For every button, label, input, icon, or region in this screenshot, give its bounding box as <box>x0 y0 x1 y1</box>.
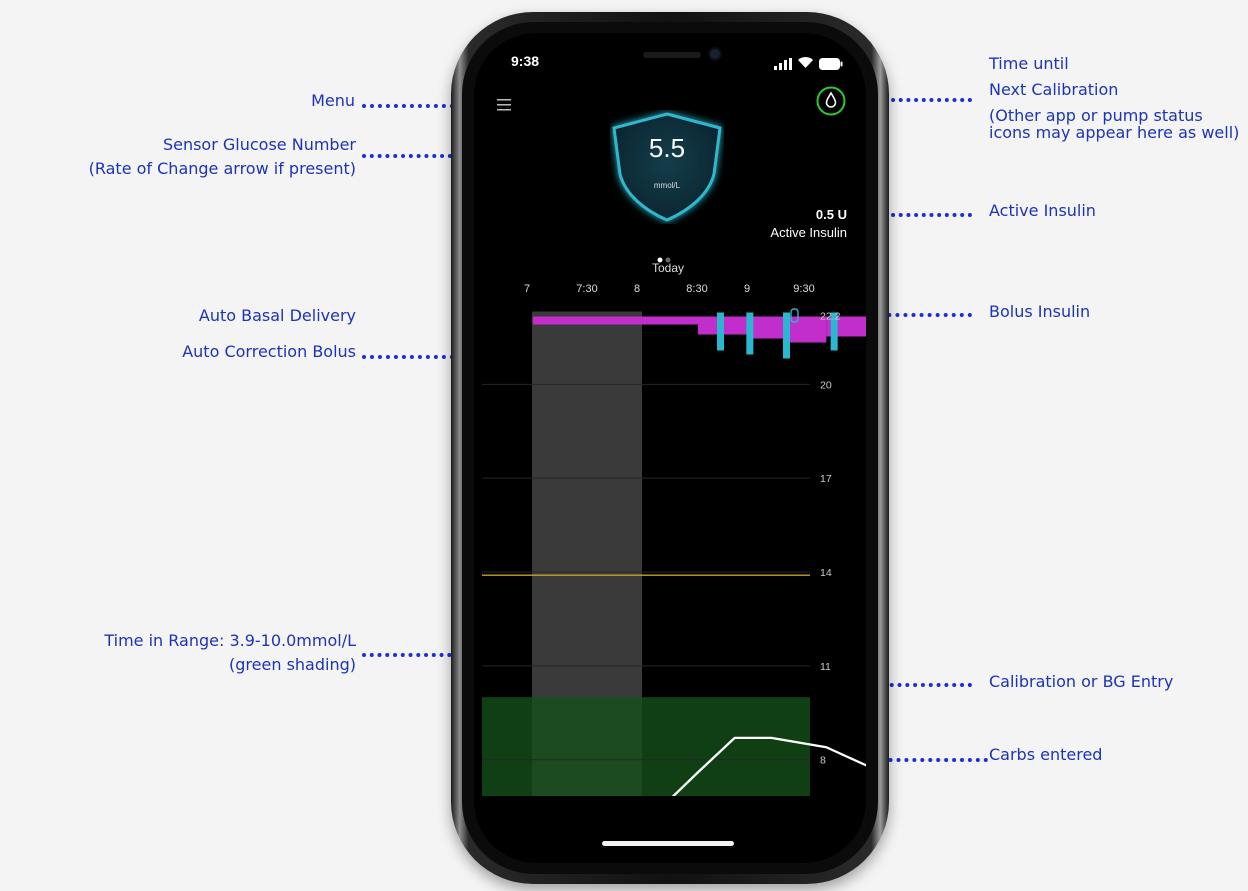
x-tick-label: 7:30 <box>576 283 597 295</box>
y-tick-label: 20 <box>820 379 832 391</box>
x-tick-label: 8:30 <box>686 283 707 295</box>
auto-correction-annotation: Auto Correction Bolus <box>182 342 356 361</box>
auto-correction-bolus-bar <box>746 312 754 355</box>
carbs-annotation: Carbs entered <box>989 745 1103 764</box>
page-indicator[interactable] <box>657 250 677 263</box>
calibration-annotation-line2: Next Calibration <box>989 80 1119 99</box>
sensor-glucose-annotation-sub: (Rate of Change arrow if present) <box>88 159 356 178</box>
calibration-status-button[interactable] <box>816 86 846 116</box>
auto-correction-bolus-bar <box>717 312 724 351</box>
target-range-shading <box>482 697 810 796</box>
y-tick-label: 17 <box>820 473 832 485</box>
wifi-icon <box>797 55 814 69</box>
active-insulin-annotation: Active Insulin <box>989 201 1096 220</box>
auto-correction-bolus-bar <box>783 312 790 359</box>
active-insulin-value: 0.5 U <box>815 207 847 222</box>
time-in-range-annotation: Time in Range: 3.9-10.0mmol/L <box>104 631 356 650</box>
home-indicator[interactable] <box>602 841 734 846</box>
signal-icon <box>774 57 794 70</box>
battery-icon <box>819 57 843 70</box>
y-tick-label: 8 <box>820 755 826 767</box>
active-insulin-label: Active Insulin <box>770 225 847 240</box>
y-tick-label: 11 <box>820 661 831 673</box>
auto-basal-bar <box>533 316 698 325</box>
bg-entry-annotation: Calibration or BG Entry <box>989 672 1174 691</box>
auto-basal-bar <box>698 316 753 335</box>
hamburger-icon[interactable] <box>497 98 511 111</box>
menu-annotation: Menu <box>311 91 355 110</box>
status-time: 9:38 <box>511 53 540 69</box>
earpiece-speaker <box>643 52 701 58</box>
sensor-glucose-annotation: Sensor Glucose Number <box>162 135 356 154</box>
sensor-glucose-unit: mmol/L <box>653 181 681 190</box>
x-tick-label: 9:30 <box>793 283 814 295</box>
calibration-annotation-line1: Time until <box>989 54 1069 73</box>
auto-basal-annotation: Auto Basal Delivery <box>198 306 356 325</box>
sensor-glucose-value: 5.5 <box>648 133 686 163</box>
x-tick-label: 9 <box>744 283 750 295</box>
x-tick-label: 8 <box>634 283 640 295</box>
x-tick-label: 7 <box>524 283 530 295</box>
y-tick-label: 14 <box>820 567 832 579</box>
calibration-annotation-sub2: icons may appear here as well) <box>989 123 1240 142</box>
day-label: Today <box>651 261 685 275</box>
droplet-icon <box>825 91 837 108</box>
y-tick-label: 22.2 <box>820 311 841 323</box>
bolus-insulin-annotation: Bolus Insulin <box>989 302 1091 321</box>
time-in-range-annotation-sub: (green shading) <box>229 655 356 674</box>
front-camera <box>710 49 720 59</box>
glucose-chart[interactable]: 77:3088:3099:3022.220171411852.8 <box>474 276 866 796</box>
